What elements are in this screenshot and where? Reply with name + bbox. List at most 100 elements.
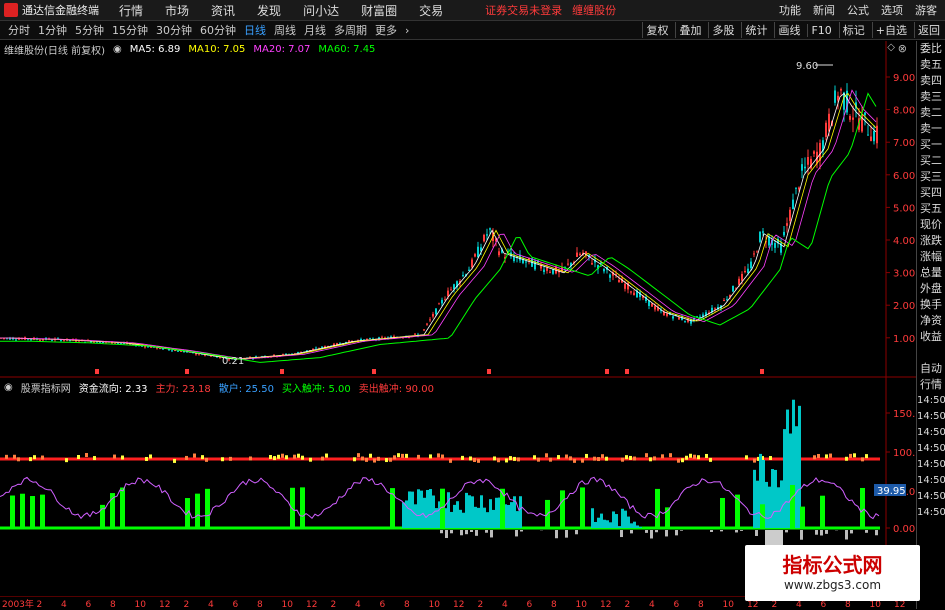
side-panel-item[interactable]: 卖五	[917, 57, 945, 73]
candle-body	[486, 234, 488, 235]
negative-bar	[620, 530, 623, 537]
side-panel-item[interactable]: 14:50	[917, 489, 945, 505]
fund-bar	[489, 499, 492, 528]
side-panel-item[interactable]: 14:50	[917, 457, 945, 473]
fund-bar	[429, 489, 432, 528]
back-button[interactable]: 返回	[914, 22, 943, 38]
side-panel-item[interactable]: 行情	[917, 377, 945, 393]
side-panel-item[interactable]: 净资	[917, 313, 945, 329]
menu-item-trade[interactable]: 交易	[419, 2, 443, 19]
side-panel-item[interactable]: 现价	[917, 217, 945, 233]
login-notice[interactable]: 证券交易未登录	[485, 2, 562, 18]
tab-5min[interactable]: 5分钟	[75, 22, 104, 38]
tab-monthly[interactable]: 月线	[304, 22, 326, 38]
side-panel-item[interactable]: 卖一	[917, 121, 945, 137]
side-panel-item[interactable]: 14:50	[917, 505, 945, 521]
side-panel-item[interactable]: 换手	[917, 297, 945, 313]
signal-dot	[293, 455, 296, 459]
menu-item-newsfeed[interactable]: 新闻	[813, 2, 835, 18]
menu-item-options[interactable]: 选项	[881, 2, 903, 18]
negative-bar	[470, 530, 473, 532]
side-panel-item[interactable]: 自动	[917, 361, 945, 377]
side-panel-item[interactable]: 14:50	[917, 473, 945, 489]
add-watchlist-button[interactable]: +自选	[872, 22, 910, 38]
fund-bar	[618, 526, 621, 528]
candle-body	[51, 340, 53, 341]
candle-body	[762, 231, 764, 232]
price-tick-label: 3.00	[893, 269, 915, 280]
negative-bar	[825, 530, 828, 534]
candle-body	[426, 324, 428, 325]
signal-dot	[429, 454, 432, 458]
fund-bar	[615, 514, 618, 528]
candle-body	[756, 252, 758, 253]
watermark-title: 指标公式网	[745, 549, 920, 578]
side-panel-item[interactable]: 买五	[917, 201, 945, 217]
indicator-gear-icon[interactable]: ◉	[4, 382, 13, 393]
tab-daily[interactable]: 日线	[244, 22, 266, 38]
tab-60min[interactable]: 60分钟	[200, 22, 236, 38]
menu-item-wealth[interactable]: 财富圈	[361, 2, 397, 19]
price-tick-label: 4.00	[893, 236, 915, 247]
tab-30min[interactable]: 30分钟	[156, 22, 192, 38]
side-panel-item[interactable]: 卖四	[917, 73, 945, 89]
candle-body	[684, 321, 686, 322]
side-panel-item[interactable]: 卖二	[917, 105, 945, 121]
side-panel-item[interactable]	[917, 345, 945, 361]
chevron-right-icon[interactable]: ›	[405, 24, 409, 37]
signal-dot	[229, 457, 232, 461]
tab-multi-period[interactable]: 多周期	[334, 22, 367, 38]
side-panel-item[interactable]: 买三	[917, 169, 945, 185]
side-panel-item[interactable]: 收益	[917, 329, 945, 345]
signal-dot	[389, 458, 392, 462]
menu-item-ask[interactable]: 问小达	[303, 2, 339, 19]
menu-item-function[interactable]: 功能	[779, 2, 801, 18]
f10-button[interactable]: F10	[807, 24, 834, 37]
signal-dot	[513, 457, 516, 461]
negative-bar	[865, 530, 868, 533]
menu-item-quotes[interactable]: 行情	[119, 2, 143, 19]
menu-item-formula[interactable]: 公式	[847, 2, 869, 18]
tab-more[interactable]: 更多	[375, 22, 397, 38]
side-panel-item[interactable]: 14:50	[917, 393, 945, 409]
tab-15min[interactable]: 15分钟	[112, 22, 148, 38]
mark-button[interactable]: 标记	[839, 22, 868, 38]
side-panel-item[interactable]: 涨幅	[917, 249, 945, 265]
tab-1min[interactable]: 1分钟	[38, 22, 67, 38]
fund-bar	[603, 520, 606, 528]
side-panel-item[interactable]: 14:50	[917, 425, 945, 441]
draw-button[interactable]: 画线	[774, 22, 803, 38]
side-panel-item[interactable]: 买一	[917, 137, 945, 153]
signal-dot	[393, 455, 396, 459]
fund-bar	[423, 498, 426, 528]
side-panel-item[interactable]: 买二	[917, 153, 945, 169]
side-panel-item[interactable]: 14:50	[917, 409, 945, 425]
stats-button[interactable]: 统计	[741, 22, 770, 38]
side-panel-item[interactable]: 总量	[917, 265, 945, 281]
candle-body	[825, 123, 827, 137]
side-panel-item[interactable]: 外盘	[917, 281, 945, 297]
adjust-button[interactable]: 复权	[642, 22, 671, 38]
menu-item-discover[interactable]: 发现	[257, 2, 281, 19]
chart-canvas[interactable]: 9.008.007.006.005.004.003.002.001.00 150…	[0, 41, 917, 596]
main-menu: 行情 市场 资讯 发现 问小达 财富圈 交易	[119, 2, 465, 19]
broker-label[interactable]: 缠缠股份	[572, 2, 616, 18]
side-panel-item[interactable]: 委比	[917, 41, 945, 57]
side-panel-item[interactable]: 涨跌	[917, 233, 945, 249]
candle-body	[870, 137, 872, 142]
menu-item-news[interactable]: 资讯	[211, 2, 235, 19]
tab-weekly[interactable]: 周线	[274, 22, 296, 38]
indicator-legend: ◉ 股票指标网 资金流向: 2.33 主力: 23.18 散户: 25.50 买…	[4, 380, 442, 394]
side-panel-item[interactable]: 买四	[917, 185, 945, 201]
fund-bar	[516, 511, 519, 528]
side-panel-item[interactable]: 卖三	[917, 89, 945, 105]
signal-dot	[745, 455, 748, 459]
signal-dot	[149, 454, 152, 458]
overlay-button[interactable]: 叠加	[675, 22, 704, 38]
side-panel-item[interactable]: 14:50	[917, 441, 945, 457]
multi-stock-button[interactable]: 多股	[708, 22, 737, 38]
menu-item-guest[interactable]: 游客	[915, 2, 937, 18]
candle-body	[198, 354, 200, 355]
tab-intraday[interactable]: 分时	[8, 22, 30, 38]
menu-item-market[interactable]: 市场	[165, 2, 189, 19]
